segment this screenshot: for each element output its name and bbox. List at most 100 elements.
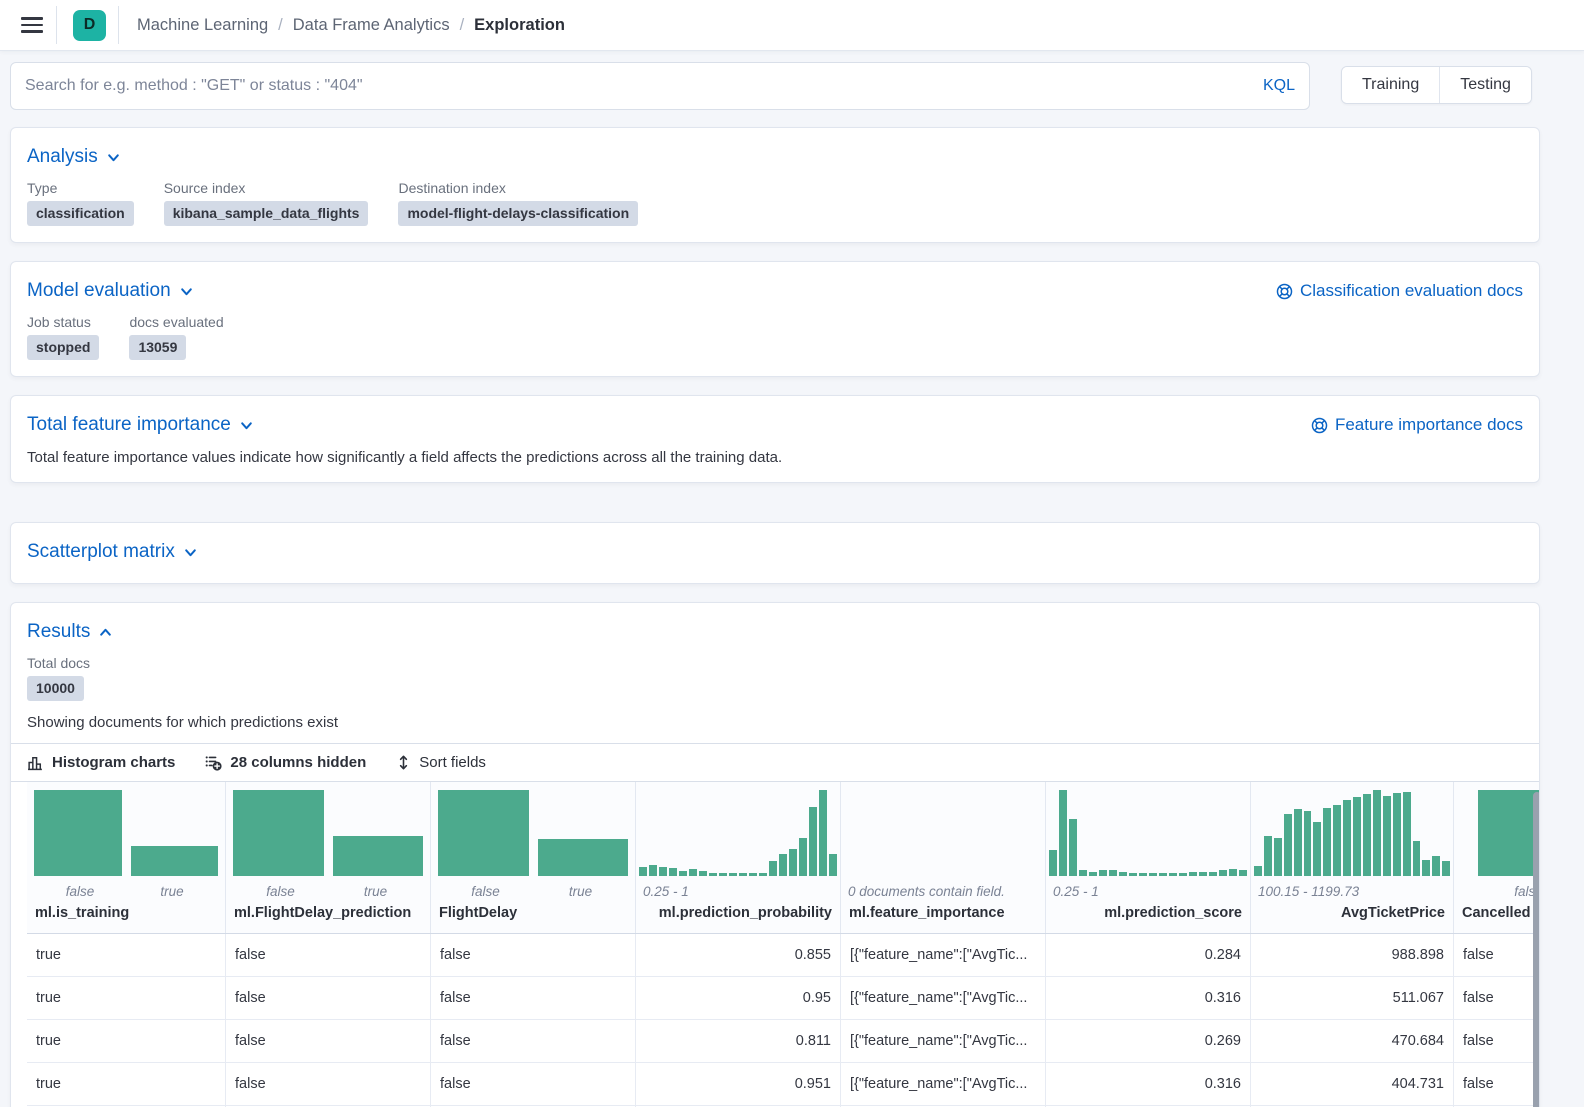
grid-cell[interactable]: false xyxy=(431,977,636,1019)
grid-cell[interactable]: false xyxy=(1454,1020,1540,1062)
exploration-page: D Machine Learning / Data Frame Analytic… xyxy=(0,0,1584,1107)
grid-cell[interactable]: 0.95 xyxy=(636,977,841,1019)
histogram-bar xyxy=(1109,870,1117,876)
total-feature-importance-panel-toggle[interactable]: Total feature importance xyxy=(27,412,253,438)
histogram-bar xyxy=(1353,797,1361,876)
histogram-bar xyxy=(1264,836,1272,876)
feature-importance-docs-link[interactable]: Feature importance docs xyxy=(1311,415,1523,435)
column-histogram xyxy=(431,790,635,876)
column-histogram xyxy=(27,790,225,876)
histogram-bar xyxy=(719,873,727,876)
scatterplot-matrix-panel-toggle[interactable]: Scatterplot matrix xyxy=(27,539,1523,565)
column-header-AvgTicketPrice[interactable]: 100.15 - 1199.73AvgTicketPrice xyxy=(1251,782,1454,933)
feature-importance-description: Total feature importance values indicate… xyxy=(27,449,1523,466)
sort-fields-button[interactable]: Sort fields xyxy=(396,754,486,771)
histogram-bar xyxy=(1323,808,1331,876)
histogram-bar xyxy=(1432,856,1440,876)
column-histogram xyxy=(841,790,1045,876)
grid-cell[interactable]: 0.316 xyxy=(1046,1063,1251,1105)
grid-cell[interactable]: [{"feature_name":["AvgTic... xyxy=(841,1063,1046,1105)
histogram-bar xyxy=(679,871,687,876)
grid-cell[interactable]: 470.684 xyxy=(1251,1020,1454,1062)
kql-selector[interactable]: KQL xyxy=(1263,77,1295,95)
grid-cell[interactable]: 0.951 xyxy=(636,1063,841,1105)
histogram-charts-button[interactable]: Histogram charts xyxy=(27,754,175,771)
field-label: Job status xyxy=(27,314,99,330)
grid-cell[interactable]: 0.284 xyxy=(1046,934,1251,976)
column-header-FlightDelay[interactable]: falsetrueFlightDelay xyxy=(431,782,636,933)
destination-index-badge: model-flight-delays-classification xyxy=(398,201,638,226)
grid-cell[interactable]: false xyxy=(1454,977,1540,1019)
grid-cell[interactable]: 0.269 xyxy=(1046,1020,1251,1062)
column-header-ml.feature_importance[interactable]: 0 documents contain field.ml.feature_imp… xyxy=(841,782,1046,933)
divider xyxy=(56,6,57,44)
grid-header: falsetrueml.is_trainingfalsetrueml.Fligh… xyxy=(27,782,1540,934)
column-header-ml.prediction_probability[interactable]: 0.25 - 1ml.prediction_probability xyxy=(636,782,841,933)
grid-cell[interactable]: [{"feature_name":["AvgTic... xyxy=(841,977,1046,1019)
total-docs-badge: 10000 xyxy=(27,676,84,701)
grid-cell[interactable]: false xyxy=(1454,1063,1540,1105)
category-label: false xyxy=(34,884,126,904)
scatterplot-matrix-panel: Scatterplot matrix xyxy=(10,522,1540,584)
grid-cell[interactable]: false xyxy=(226,934,431,976)
space-avatar[interactable]: D xyxy=(73,10,106,41)
grid-cell[interactable]: false xyxy=(226,1020,431,1062)
grid-cell[interactable]: true xyxy=(27,1063,226,1105)
sort-fields-label: Sort fields xyxy=(419,754,486,771)
search-input[interactable] xyxy=(25,77,1251,95)
field-label: docs evaluated xyxy=(129,314,223,330)
results-panel: Results Total docs 10000 Showing documen… xyxy=(10,602,1540,1107)
histogram-bar xyxy=(131,846,219,876)
analysis-panel: Analysis Type classification Source inde… xyxy=(10,127,1540,243)
histogram-bar xyxy=(1089,872,1097,876)
grid-cell[interactable]: true xyxy=(27,934,226,976)
histogram-bar xyxy=(1393,793,1401,876)
grid-cell[interactable]: [{"feature_name":["AvgTic... xyxy=(841,934,1046,976)
grid-cell[interactable]: 0.316 xyxy=(1046,977,1251,1019)
grid-cell[interactable]: 404.731 xyxy=(1251,1063,1454,1105)
menu-icon[interactable] xyxy=(12,5,52,45)
grid-cell[interactable]: 0.855 xyxy=(636,934,841,976)
grid-cell[interactable]: 988.898 xyxy=(1251,934,1454,976)
grid-cell[interactable]: 0.811 xyxy=(636,1020,841,1062)
histogram-bar xyxy=(699,871,707,876)
histogram-range-label: falsetrue xyxy=(27,884,225,904)
grid-cell[interactable]: false xyxy=(431,1063,636,1105)
data-grid-toolbar: Histogram charts xyxy=(11,743,1539,782)
histogram-range-label: falsetrue xyxy=(226,884,430,904)
histogram-bar xyxy=(1139,873,1147,876)
field-label: Source index xyxy=(164,180,369,196)
column-header-ml.prediction_score[interactable]: 0.25 - 1ml.prediction_score xyxy=(1046,782,1251,933)
column-header-Cancelled[interactable]: falseCancelled xyxy=(1454,782,1540,933)
grid-cell[interactable]: false xyxy=(431,1020,636,1062)
column-header-ml.FlightDelay_prediction[interactable]: falsetrueml.FlightDelay_prediction xyxy=(226,782,431,933)
source-index-badge: kibana_sample_data_flights xyxy=(164,201,369,226)
vertical-scrollbar[interactable] xyxy=(1533,792,1540,1107)
histogram-bar xyxy=(1219,870,1227,876)
columns-list-icon xyxy=(205,754,222,771)
grid-cell[interactable]: true xyxy=(27,1020,226,1062)
grid-cell[interactable]: false xyxy=(431,934,636,976)
grid-cell[interactable]: false xyxy=(226,977,431,1019)
column-name: ml.prediction_score xyxy=(1046,905,1250,925)
classification-evaluation-docs-link[interactable]: Classification evaluation docs xyxy=(1276,281,1523,301)
job-status-badge: stopped xyxy=(27,335,99,360)
grid-cell[interactable]: false xyxy=(1454,934,1540,976)
training-filter-button[interactable]: Training xyxy=(1342,67,1439,103)
total-feature-importance-panel: Total feature importance Feature importa… xyxy=(10,395,1540,483)
grid-cell[interactable]: [{"feature_name":["AvgTic... xyxy=(841,1020,1046,1062)
grid-cell[interactable]: false xyxy=(226,1063,431,1105)
grid-cell[interactable]: 511.067 xyxy=(1251,977,1454,1019)
breadcrumb-machine-learning[interactable]: Machine Learning xyxy=(137,16,268,35)
analysis-panel-toggle[interactable]: Analysis xyxy=(27,144,1523,170)
testing-filter-button[interactable]: Testing xyxy=(1439,67,1531,103)
column-header-ml.is_training[interactable]: falsetrueml.is_training xyxy=(27,782,226,933)
chevron-down-icon xyxy=(184,546,197,559)
grid-cell[interactable]: true xyxy=(27,977,226,1019)
breadcrumb-data-frame-analytics[interactable]: Data Frame Analytics xyxy=(293,16,450,35)
model-evaluation-panel-toggle[interactable]: Model evaluation xyxy=(27,278,193,304)
columns-hidden-button[interactable]: 28 columns hidden xyxy=(205,754,366,771)
search-box[interactable]: KQL xyxy=(10,62,1310,110)
results-panel-toggle[interactable]: Results xyxy=(27,619,1523,645)
histogram-bar xyxy=(333,836,424,876)
